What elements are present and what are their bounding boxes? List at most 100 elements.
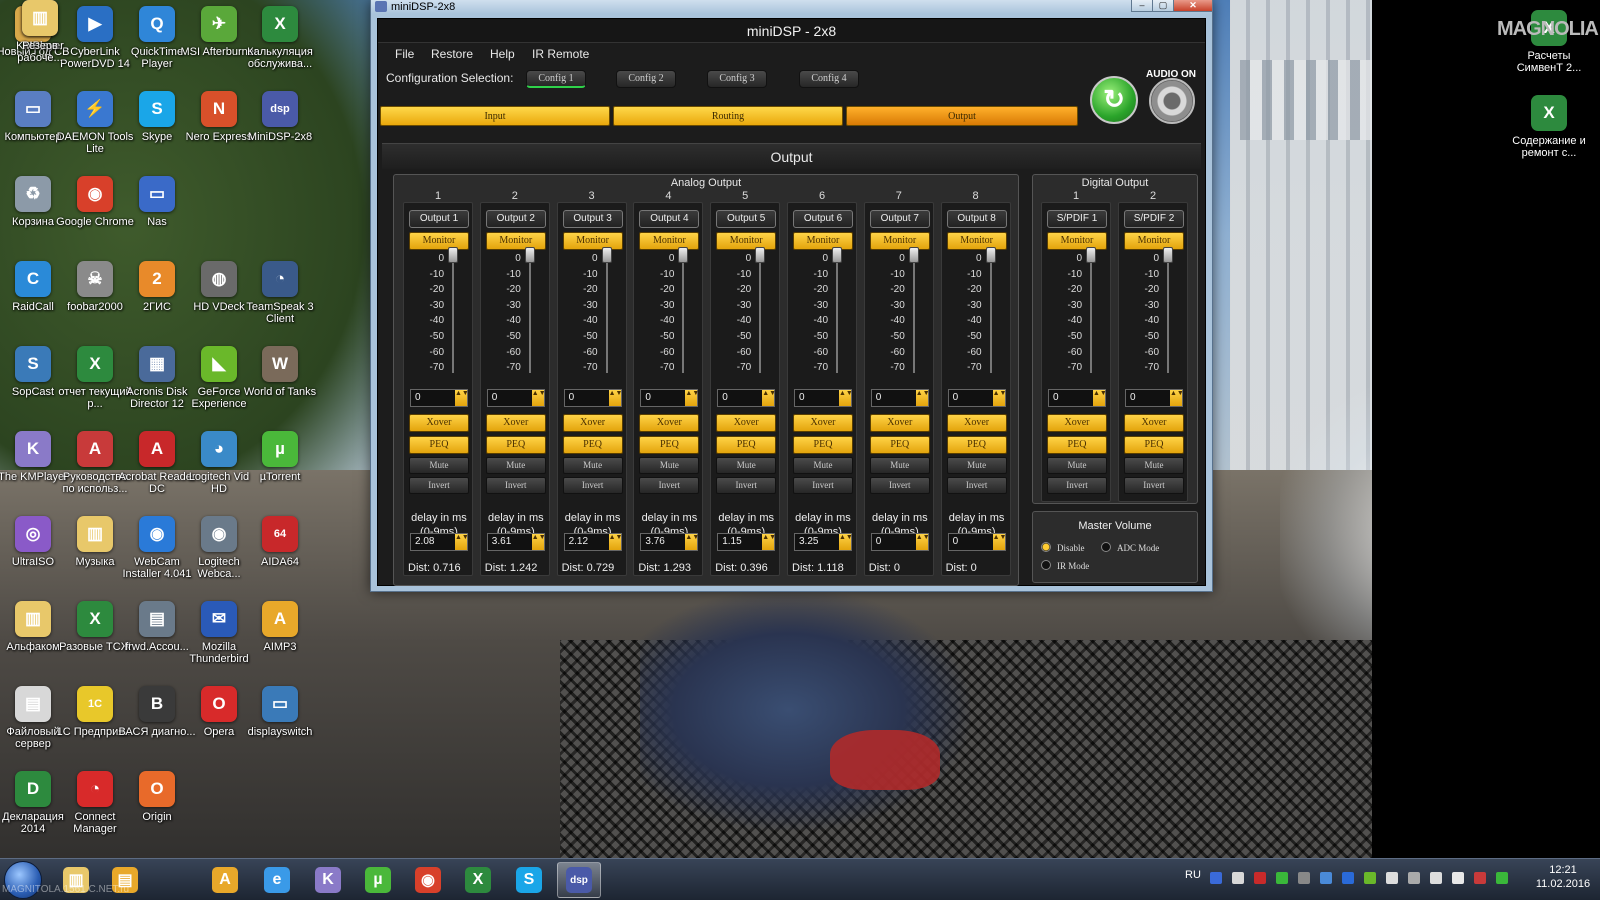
mute-button[interactable]: Mute <box>485 457 546 474</box>
peq-button[interactable]: PEQ <box>409 436 469 454</box>
xover-button[interactable]: Xover <box>1124 414 1184 432</box>
xover-button[interactable]: Xover <box>562 414 623 432</box>
channel-name-button[interactable]: Output 7 <box>869 210 930 228</box>
tray-icon[interactable] <box>1474 872 1486 884</box>
channel-name-button[interactable]: S/PDIF 2 <box>1124 210 1184 228</box>
tray-icon[interactable] <box>1496 872 1508 884</box>
menu-restore[interactable]: Restore <box>431 47 473 61</box>
spin-arrows-icon[interactable]: ▲▼ <box>762 390 776 406</box>
invert-button[interactable]: Invert <box>1124 477 1184 494</box>
spin-arrows-icon[interactable]: ▲▼ <box>455 390 469 406</box>
tray-icon[interactable] <box>1210 872 1222 884</box>
xover-button[interactable]: Xover <box>639 414 700 432</box>
delay-spinbox[interactable]: 2.08 ▲▼ <box>410 533 469 551</box>
xover-button[interactable]: Xover <box>485 414 546 432</box>
spin-arrows-icon[interactable]: ▲▼ <box>608 534 622 550</box>
spin-arrows-icon[interactable]: ▲▼ <box>685 534 699 550</box>
tray-icon[interactable] <box>1298 872 1310 884</box>
tab-routing[interactable]: Routing <box>613 106 843 126</box>
config-3-button[interactable]: Config 3 <box>707 70 767 88</box>
spin-arrows-icon[interactable]: ▲▼ <box>839 534 853 550</box>
gain-fader-knob[interactable] <box>1086 247 1096 263</box>
language-indicator[interactable]: RU <box>1185 869 1201 881</box>
spin-arrows-icon[interactable]: ▲▼ <box>685 390 699 406</box>
delay-spinbox[interactable]: 1.15 ▲▼ <box>717 533 776 551</box>
spin-arrows-icon[interactable]: ▲▼ <box>915 534 930 550</box>
spin-arrows-icon[interactable]: ▲▼ <box>1093 390 1107 406</box>
config-2-button[interactable]: Config 2 <box>616 70 676 88</box>
tray-icon[interactable] <box>1232 872 1244 884</box>
monitor-button[interactable]: Monitor <box>562 232 623 250</box>
invert-button[interactable]: Invert <box>716 477 777 494</box>
taskbar-minidsp[interactable]: dsp <box>557 862 601 898</box>
tray-icon[interactable] <box>1430 872 1442 884</box>
menu-ir-remote[interactable]: IR Remote <box>532 47 589 61</box>
mute-button[interactable]: Mute <box>793 457 853 474</box>
delay-spinbox[interactable]: 2.12 ▲▼ <box>563 533 622 551</box>
channel-name-button[interactable]: Output 6 <box>793 210 853 228</box>
mute-button[interactable]: Mute <box>716 457 777 474</box>
clock[interactable]: 12:21 11.02.2016 <box>1528 863 1598 891</box>
tab-input[interactable]: Input <box>380 106 610 126</box>
desktop-icon[interactable]: W World of Tanks <box>240 346 320 398</box>
tray-icon[interactable] <box>1254 872 1266 884</box>
mute-button[interactable]: Mute <box>946 457 1007 474</box>
spin-arrows-icon[interactable]: ▲▼ <box>1170 390 1184 406</box>
tray-icon[interactable] <box>1342 872 1354 884</box>
spin-arrows-icon[interactable]: ▲▼ <box>992 534 1006 550</box>
taskbar-chrome[interactable]: ◉ <box>406 862 450 898</box>
peq-button[interactable]: PEQ <box>869 436 930 454</box>
gain-spinbox[interactable]: 0 ▲▼ <box>486 389 546 407</box>
gain-spinbox[interactable]: 0 ▲▼ <box>870 389 930 407</box>
tab-output[interactable]: Output <box>846 106 1078 126</box>
invert-button[interactable]: Invert <box>639 477 700 494</box>
gain-fader-knob[interactable] <box>755 247 766 263</box>
spin-arrows-icon[interactable]: ▲▼ <box>455 534 469 550</box>
gain-spinbox[interactable]: 0 ▲▼ <box>947 389 1006 407</box>
monitor-button[interactable]: Monitor <box>793 232 853 250</box>
taskbar-utorrent[interactable]: µ <box>356 862 400 898</box>
desktop-icon[interactable]: A AIMP3 <box>240 601 320 653</box>
spin-arrows-icon[interactable]: ▲▼ <box>915 390 930 406</box>
desktop-icon[interactable]: X Калькуляция обслужива... <box>240 6 320 70</box>
monitor-button[interactable]: Monitor <box>409 232 469 250</box>
window-titlebar[interactable]: miniDSP-2x8 ‒ ▢ ✕ <box>371 0 1213 14</box>
mute-button[interactable]: Mute <box>562 457 623 474</box>
sync-refresh-button[interactable]: ↻ <box>1090 76 1138 124</box>
monitor-button[interactable]: Monitor <box>946 232 1007 250</box>
delay-spinbox[interactable]: 3.25 ▲▼ <box>794 533 853 551</box>
peq-button[interactable]: PEQ <box>1124 436 1184 454</box>
desktop-icon[interactable]: µ µTorrent <box>240 431 320 483</box>
taskbar-excel[interactable]: X <box>456 862 500 898</box>
invert-button[interactable]: Invert <box>1047 477 1107 494</box>
mute-button[interactable]: Mute <box>1047 457 1107 474</box>
peq-button[interactable]: PEQ <box>1047 436 1107 454</box>
invert-button[interactable]: Invert <box>409 477 469 494</box>
gain-fader-knob[interactable] <box>908 247 919 263</box>
tray-icon[interactable] <box>1364 872 1376 884</box>
master-adc-mode-radio[interactable] <box>1101 542 1111 552</box>
mute-button[interactable]: Mute <box>1124 457 1184 474</box>
peq-button[interactable]: PEQ <box>639 436 700 454</box>
monitor-button[interactable]: Monitor <box>869 232 930 250</box>
xover-button[interactable]: Xover <box>1047 414 1107 432</box>
taskbar-internet-explorer[interactable]: e <box>255 862 299 898</box>
xover-button[interactable]: Xover <box>869 414 930 432</box>
desktop-icon[interactable]: ▥ Резерв рабоче... <box>0 0 80 64</box>
invert-button[interactable]: Invert <box>562 477 623 494</box>
monitor-button[interactable]: Monitor <box>716 232 777 250</box>
master-disable-radio[interactable] <box>1041 542 1051 552</box>
gain-spinbox[interactable]: 0 ▲▼ <box>717 389 776 407</box>
peq-button[interactable]: PEQ <box>562 436 623 454</box>
delay-spinbox[interactable]: 3.76 ▲▼ <box>640 533 699 551</box>
channel-name-button[interactable]: Output 8 <box>946 210 1007 228</box>
gain-fader-knob[interactable] <box>832 247 842 263</box>
delay-spinbox[interactable]: 0 ▲▼ <box>947 533 1006 551</box>
xover-button[interactable]: Xover <box>946 414 1007 432</box>
tray-icon[interactable] <box>1386 872 1398 884</box>
spin-arrows-icon[interactable]: ▲▼ <box>531 534 546 550</box>
gain-fader-knob[interactable] <box>448 247 458 263</box>
tray-icon[interactable] <box>1408 872 1420 884</box>
peq-button[interactable]: PEQ <box>946 436 1007 454</box>
delay-spinbox[interactable]: 3.61 ▲▼ <box>486 533 546 551</box>
